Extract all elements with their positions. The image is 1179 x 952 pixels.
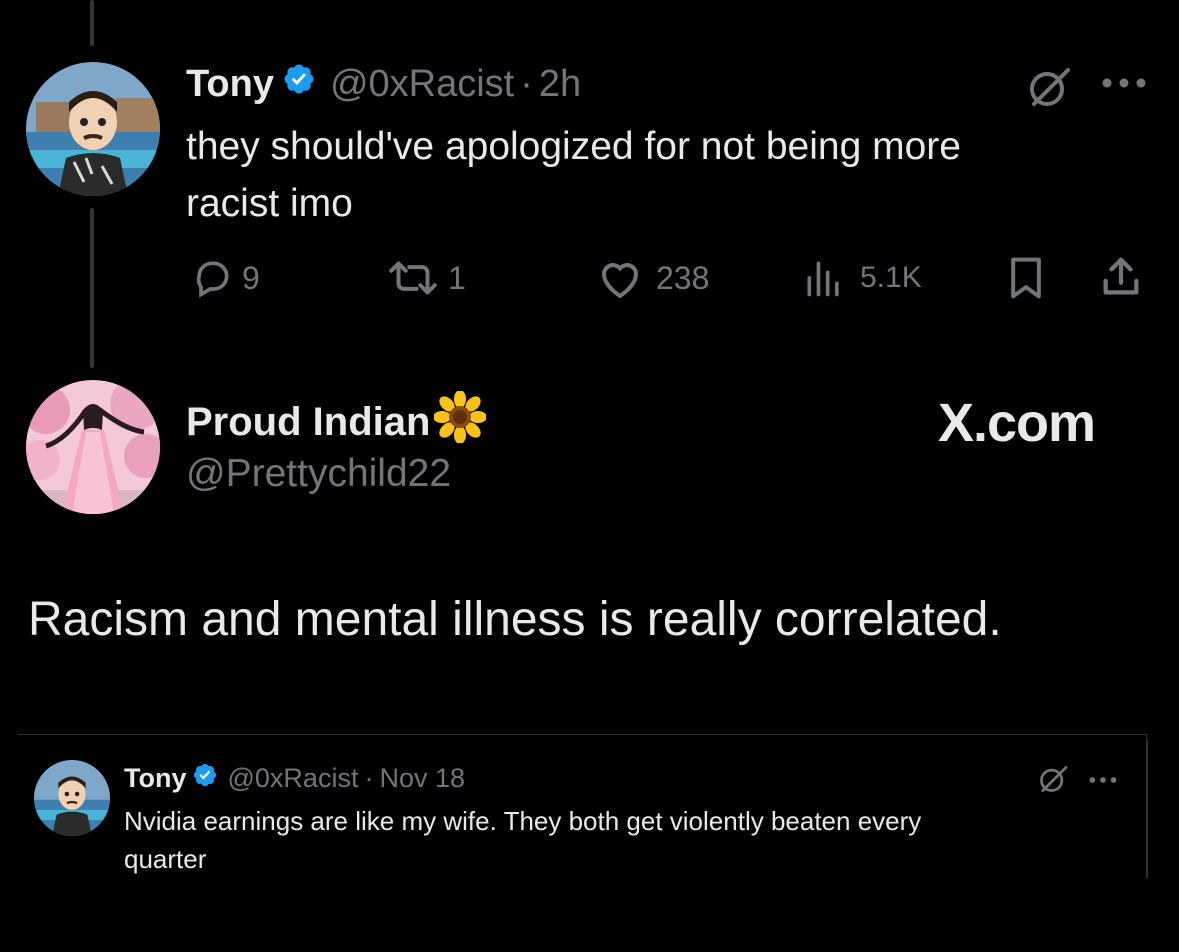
reply-button[interactable]: 9 — [190, 256, 260, 300]
verified-badge-icon — [282, 62, 316, 106]
tweet-text-line-1: they should've apologized for not being … — [186, 125, 961, 168]
avatar[interactable] — [26, 62, 160, 196]
verified-badge-icon — [192, 762, 218, 795]
thread-line-top — [90, 0, 94, 46]
quoted-avatar[interactable] — [34, 760, 110, 836]
reply-icon — [190, 256, 234, 300]
reply-author-name[interactable]: Proud Indian — [186, 400, 430, 445]
tweet-text-line-2: racist imo — [186, 182, 353, 225]
views-count: 5.1K — [860, 261, 922, 294]
author-handle[interactable]: @0xRacist — [330, 63, 514, 106]
reply-count: 9 — [242, 259, 260, 296]
tweet-header: Tony @0xRacist · 2h — [186, 60, 581, 108]
grok-icon[interactable] — [1024, 62, 1074, 117]
thread-line-bottom — [90, 208, 94, 368]
retweet-count: 1 — [448, 259, 466, 296]
quoted-header: Tony @0xRacist · Nov 18 — [124, 760, 465, 796]
like-count: 238 — [656, 259, 710, 296]
quoted-date[interactable]: Nov 18 — [379, 763, 465, 794]
quoted-text: Nvidia earnings are like my wife. They b… — [124, 802, 921, 878]
sunflower-icon — [433, 390, 488, 453]
reply-author-handle[interactable]: @Prettychild22 — [186, 452, 451, 496]
quote-border-right — [1146, 740, 1148, 878]
quoted-separator: · — [364, 762, 374, 793]
tweet-text: they should've apologized for not being … — [186, 118, 961, 232]
proud-indian-avatar-icon — [26, 380, 160, 514]
tony-avatar-small-icon — [34, 760, 110, 836]
like-icon — [596, 256, 644, 300]
separator: · — [520, 62, 533, 105]
more-icon[interactable] — [1100, 76, 1148, 95]
bookmark-icon[interactable] — [1006, 256, 1046, 305]
xcom-watermark: X.com — [938, 393, 1096, 453]
reply-text: Racism and mental illness is really corr… — [28, 593, 1002, 646]
like-button[interactable]: 238 — [596, 256, 709, 300]
reply-author-row: Proud Indian — [186, 390, 488, 448]
retweet-button[interactable]: 1 — [384, 256, 466, 300]
retweet-icon — [384, 256, 442, 300]
quoted-text-line-1: Nvidia earnings are like my wife. They b… — [124, 806, 922, 836]
quoted-more-icon[interactable] — [1088, 772, 1118, 790]
quoted-text-line-2: quarter — [124, 844, 207, 874]
reply-avatar[interactable] — [26, 380, 160, 514]
views-icon — [802, 256, 846, 300]
quoted-grok-icon[interactable] — [1036, 762, 1070, 801]
tweet-time[interactable]: 2h — [539, 63, 581, 106]
tony-avatar-icon — [26, 62, 160, 196]
views-button[interactable]: 5.1K — [802, 256, 922, 300]
author-name[interactable]: Tony — [186, 63, 274, 106]
share-icon[interactable] — [1098, 254, 1144, 305]
quoted-author-handle[interactable]: @0xRacist — [228, 763, 359, 794]
quoted-author-name[interactable]: Tony — [124, 763, 187, 794]
